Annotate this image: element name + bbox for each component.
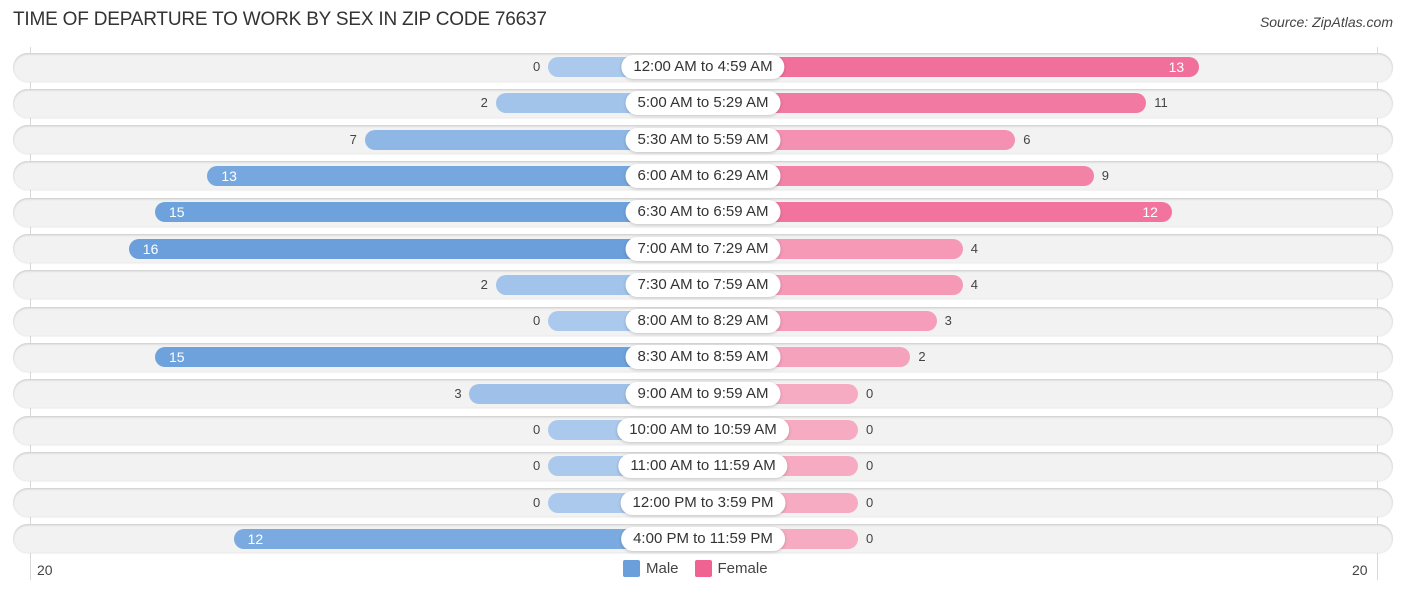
chart-title: TIME OF DEPARTURE TO WORK BY SEX IN ZIP … — [13, 9, 547, 30]
value-label-male: 0 — [533, 458, 541, 474]
bar-male[interactable] — [128, 238, 703, 259]
legend-swatch-male — [623, 560, 640, 577]
legend-swatch-female — [694, 560, 712, 577]
category-label: 7:30 AM to 7:59 AM — [625, 272, 781, 297]
category-label: 11:00 AM to 11:59 AM — [618, 454, 788, 479]
category-label: 10:00 AM to 10:59 AM — [617, 418, 789, 442]
source-label: Source: ZipAtlas.com — [1259, 14, 1393, 30]
legend-label-female: Female — [717, 560, 768, 577]
value-label-female: 0 — [866, 458, 874, 474]
value-label-female: 3 — [944, 313, 952, 329]
category-label: 9:00 AM to 9:59 AM — [625, 381, 781, 406]
bar-male[interactable] — [155, 347, 703, 368]
legend-item-male[interactable]: Male — [623, 560, 679, 577]
category-label: 5:00 AM to 5:29 AM — [625, 91, 781, 116]
value-label-female: 12 — [1142, 204, 1158, 221]
value-label-female: 0 — [866, 385, 874, 401]
value-label-female: 4 — [970, 240, 979, 256]
category-label: 4:00 PM to 11:59 PM — [621, 526, 785, 551]
bar-male[interactable] — [155, 202, 703, 223]
value-label-female: 0 — [866, 530, 874, 546]
category-label: 8:30 AM to 8:59 AM — [625, 345, 781, 370]
value-label-male: 15 — [169, 349, 185, 366]
category-label: 8:00 AM to 8:29 AM — [625, 309, 781, 334]
value-label-male: 15 — [169, 204, 185, 221]
value-label-male: 7 — [349, 131, 357, 147]
value-label-female: 9 — [1101, 167, 1110, 183]
category-label: 6:30 AM to 6:59 AM — [625, 200, 781, 225]
category-label: 7:00 AM to 7:29 AM — [625, 236, 781, 261]
value-label-female: 11 — [1154, 95, 1168, 111]
value-label-male: 2 — [480, 276, 488, 292]
value-label-female: 6 — [1023, 131, 1031, 147]
value-label-male: 12 — [247, 530, 264, 547]
value-label-male: 3 — [454, 385, 462, 401]
legend-item-female[interactable]: Female — [694, 560, 768, 577]
category-label: 12:00 AM to 4:59 AM — [621, 55, 785, 79]
value-label-male: 0 — [533, 494, 541, 510]
legend-label-male: Male — [646, 560, 679, 577]
category-label: 6:00 AM to 6:29 AM — [625, 163, 781, 188]
legend: Male Female — [623, 560, 784, 577]
value-label-male: 16 — [142, 240, 159, 257]
value-label-male: 13 — [221, 167, 237, 184]
value-label-male: 0 — [533, 422, 541, 437]
value-label-male: 0 — [533, 313, 541, 329]
value-label-female: 4 — [970, 276, 979, 292]
value-label-female: 0 — [866, 422, 874, 437]
axis-label-left: 20 — [37, 562, 53, 578]
category-label: 5:30 AM to 5:59 AM — [625, 127, 781, 152]
value-label-female: 0 — [866, 494, 874, 510]
axis-label-right: 20 — [1352, 562, 1368, 578]
category-label: 12:00 PM to 3:59 PM — [620, 490, 786, 515]
value-label-male: 0 — [533, 59, 541, 74]
value-label-female: 13 — [1168, 59, 1185, 75]
value-label-male: 2 — [480, 95, 488, 111]
value-label-female: 2 — [918, 349, 926, 365]
